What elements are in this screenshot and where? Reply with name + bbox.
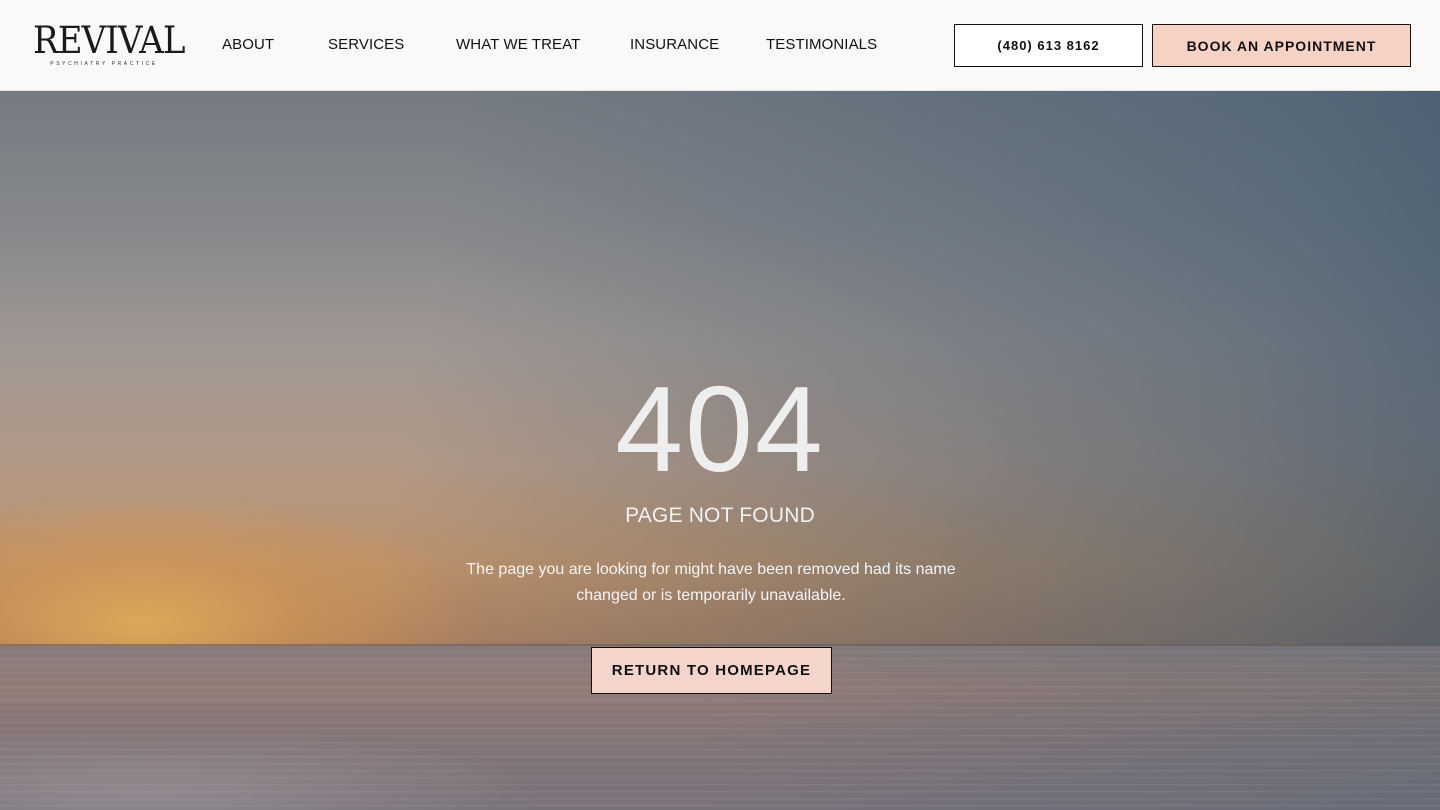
nav-services[interactable]: SERVICES [328, 36, 404, 53]
nav-about[interactable]: ABOUT [222, 36, 274, 53]
hero-section: 404 PAGE NOT FOUND The page you are look… [0, 91, 1440, 810]
logo-tagline: PSYCHIATRY PRACTICE [50, 61, 158, 67]
book-appointment-button[interactable]: BOOK AN APPOINTMENT [1152, 24, 1411, 67]
phone-button[interactable]: (480) 613 8162 [954, 24, 1143, 67]
error-description: The page you are looking for might have … [440, 557, 982, 609]
error-title: PAGE NOT FOUND [625, 504, 815, 527]
revival-logo[interactable]: REVIVAL PSYCHIATRY PRACTICE [33, 19, 185, 70]
error-code: 404 [615, 361, 825, 497]
return-to-homepage-button[interactable]: RETURN TO HOMEPAGE [591, 647, 832, 694]
logo-wordmark: REVIVAL [33, 19, 185, 62]
nav-what-we-treat[interactable]: WHAT WE TREAT [456, 36, 580, 53]
nav-testimonials[interactable]: TESTIMONIALS [766, 36, 877, 53]
error-description-line-1: The page you are looking for might have … [466, 561, 956, 578]
nav-insurance[interactable]: INSURANCE [630, 36, 719, 53]
error-description-line-2: changed or is temporarily unavailable. [576, 587, 846, 604]
site-header: REVIVAL PSYCHIATRY PRACTICE ABOUT SERVIC… [0, 0, 1440, 91]
